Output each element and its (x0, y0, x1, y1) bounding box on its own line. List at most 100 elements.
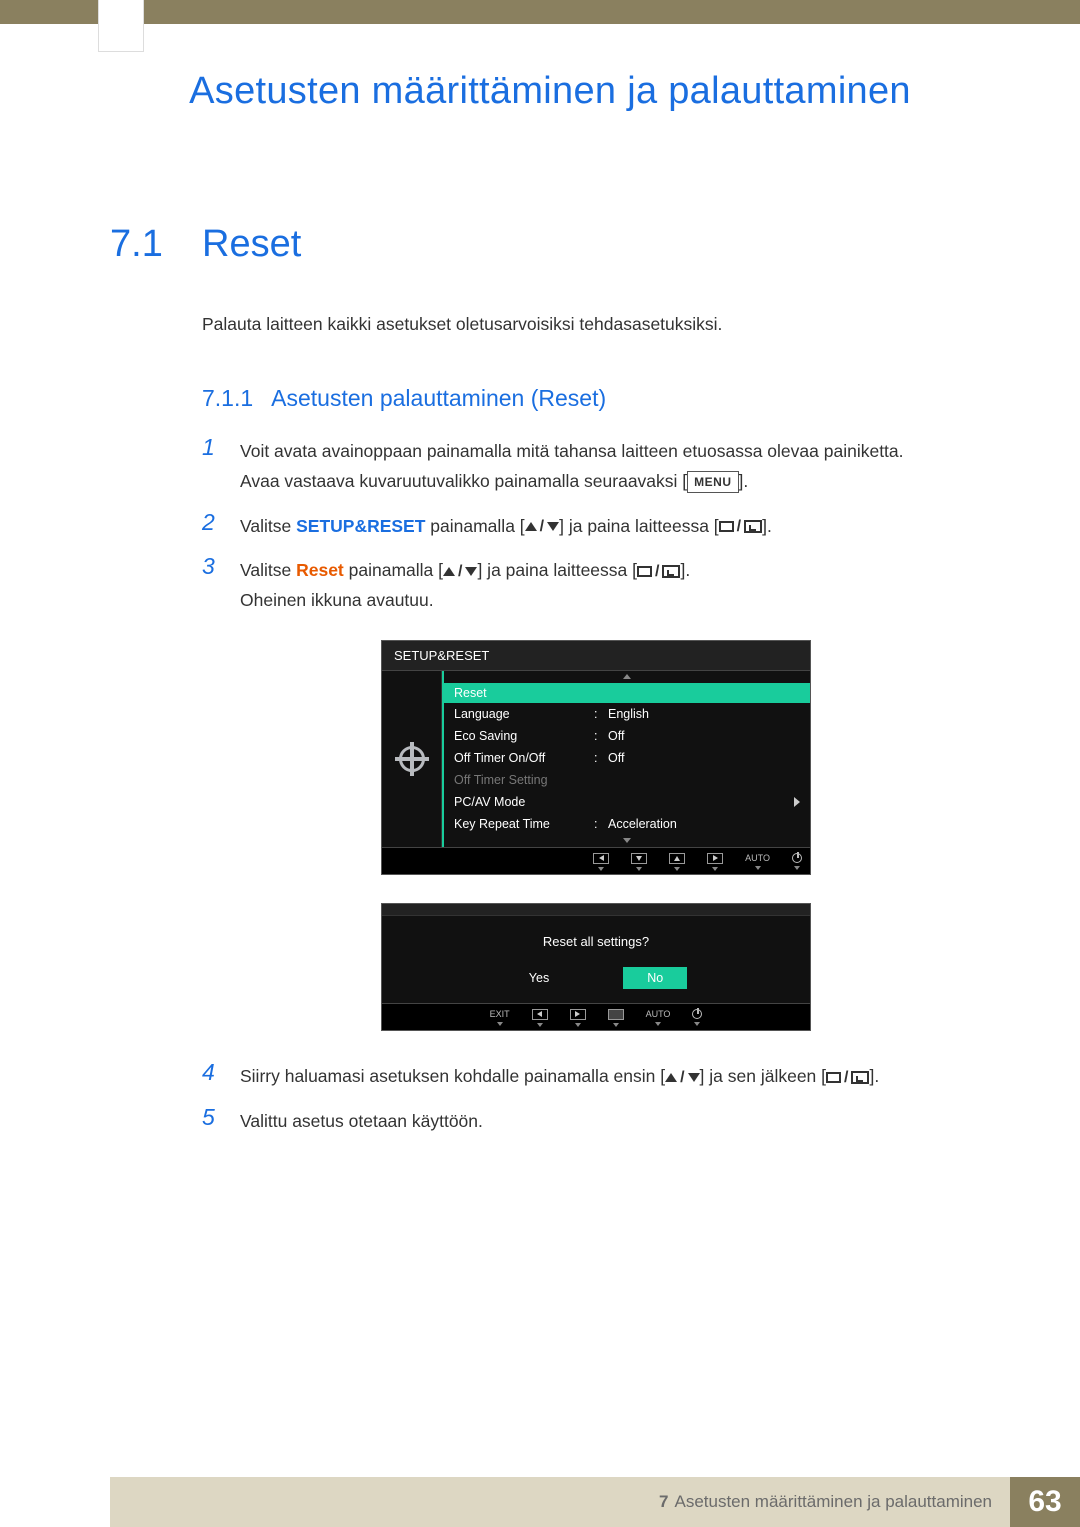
up-icon (669, 853, 685, 864)
osd-footer-exit: EXIT (490, 1009, 510, 1026)
step-2-mid2: ] ja paina laitteessa [ (559, 516, 719, 536)
osd-confirm-buttons: Yes No (382, 967, 810, 989)
osd-row-keyrepeat: Key Repeat Time : Acceleration (444, 813, 810, 835)
step-number: 4 (202, 1059, 222, 1087)
step-2: 2 Valitse SETUP&RESET painamalla [/] ja … (202, 509, 990, 542)
auto-label: AUTO (646, 1009, 671, 1019)
osd-figures: SETUP&RESET Reset Language : English (202, 640, 990, 1031)
no-button: No (623, 967, 687, 989)
step-3-extra: Oheinen ikkuna avautuu. (240, 590, 434, 610)
triangle-up-icon (525, 522, 537, 531)
osd-row-label: Eco Saving (454, 729, 594, 743)
left-icon (593, 853, 609, 864)
osd-row-value: Off (608, 729, 800, 743)
osd-row-value: English (608, 707, 800, 721)
exit-label: EXIT (490, 1009, 510, 1019)
osd-confirm-footer: EXIT AUTO (382, 1003, 810, 1030)
reset-keyword: Reset (296, 560, 344, 580)
step-body: Siirry haluamasi asetuksen kohdalle pain… (240, 1059, 879, 1092)
osd-footer-auto: AUTO (745, 853, 770, 870)
subsection-number: 7.1.1 (202, 385, 253, 412)
footer-chapter-num: 7 (659, 1492, 668, 1512)
osd-footer-power (792, 853, 802, 870)
osd-row-label: Off Timer On/Off (454, 751, 594, 765)
osd-footer-left (532, 1009, 548, 1027)
chevron-right-icon (794, 797, 800, 807)
rect-enter-icon: / (826, 1064, 869, 1091)
section-number: 7.1 (110, 223, 202, 266)
gear-icon (399, 746, 425, 772)
osd-row-eco: Eco Saving : Off (444, 725, 810, 747)
right-icon (570, 1009, 586, 1020)
enter-icon (662, 565, 680, 578)
step-4-mid: ] ja sen jälkeen [ (700, 1066, 826, 1086)
step-3-post: ]. (680, 560, 690, 580)
subsection-title: Asetusten palauttaminen (Reset) (271, 385, 606, 412)
yes-button: Yes (505, 967, 573, 989)
osd-row-language: Language : English (444, 703, 810, 725)
step-4-post: ]. (869, 1066, 879, 1086)
step-list: 1 Voit avata avainoppaan painamalla mitä… (202, 434, 990, 616)
osd-menu: SETUP&RESET Reset Language : English (381, 640, 811, 875)
osd-row-label: PC/AV Mode (454, 795, 594, 809)
step-1-text-b-pre: Avaa vastaava kuvaruutuvalikko painamall… (240, 471, 687, 491)
osd-row-pcav: PC/AV Mode (444, 791, 810, 813)
osd-body: Reset Language : English Eco Saving : Of… (382, 671, 810, 847)
power-icon (692, 1009, 702, 1019)
osd-row-offtimer-setting: Off Timer Setting (444, 769, 810, 791)
up-down-icon: / (525, 513, 559, 540)
osd-confirm-question: Reset all settings? (382, 934, 810, 949)
osd-confirm-top (382, 904, 810, 916)
step-1: 1 Voit avata avainoppaan painamalla mitä… (202, 434, 990, 497)
power-icon (792, 853, 802, 863)
rect-enter-icon: / (637, 558, 680, 585)
setup-keyword: SETUP&RESET (296, 516, 425, 536)
enter-icon (744, 520, 762, 533)
rect-icon (637, 566, 652, 577)
top-khaki-bar (0, 0, 1080, 24)
step-body: Valitse SETUP&RESET painamalla [/] ja pa… (240, 509, 772, 542)
up-down-icon: / (665, 1064, 699, 1091)
osd-row-label: Language (454, 707, 594, 721)
step-number: 2 (202, 509, 222, 537)
right-icon (707, 853, 723, 864)
chapter-header: Asetusten määrittäminen ja palauttaminen (110, 70, 990, 113)
osd-footer-left (593, 853, 609, 871)
osd-title: SETUP&RESET (382, 641, 810, 671)
enter-icon (608, 1009, 624, 1020)
triangle-down-icon (547, 522, 559, 531)
osd-row-label: Off Timer Setting (454, 773, 594, 787)
step-4-pre: Siirry haluamasi asetuksen kohdalle pain… (240, 1066, 665, 1086)
triangle-up-icon (665, 1073, 677, 1082)
osd-footer-down (631, 853, 647, 871)
enter-icon (851, 1071, 869, 1084)
osd-footer-right (570, 1009, 586, 1027)
step-body: Voit avata avainoppaan painamalla mitä t… (240, 434, 904, 497)
osd-footer-power (692, 1009, 702, 1026)
triangle-down-icon (465, 567, 477, 576)
section-intro: Palauta laitteen kaikki asetukset oletus… (202, 314, 990, 335)
osd-footer: AUTO (382, 847, 810, 874)
osd-row-reset: Reset (444, 683, 810, 703)
auto-label: AUTO (745, 853, 770, 863)
step-5: 5 Valittu asetus otetaan käyttöön. (202, 1104, 990, 1137)
footer-page-number: 63 (1010, 1477, 1080, 1527)
osd-footer-right (707, 853, 723, 871)
osd-confirm-body: Reset all settings? Yes No (382, 916, 810, 1003)
section-title: Reset (202, 223, 301, 266)
osd-row-value: Off (608, 751, 800, 765)
chapter-tab (98, 0, 144, 52)
osd-confirm-dialog: Reset all settings? Yes No EXIT AUTO (381, 903, 811, 1031)
rect-icon (719, 521, 734, 532)
left-icon (532, 1009, 548, 1020)
subsection-heading: 7.1.1 Asetusten palauttaminen (Reset) (202, 385, 990, 412)
step-number: 1 (202, 434, 222, 462)
step-3: 3 Valitse Reset painamalla [/] ja paina … (202, 553, 990, 616)
step-2-mid1: painamalla [ (425, 516, 524, 536)
step-4: 4 Siirry haluamasi asetuksen kohdalle pa… (202, 1059, 990, 1092)
osd-footer-up (669, 853, 685, 871)
menu-button-label: MENU (687, 471, 738, 493)
osd-row-value: Acceleration (608, 817, 800, 831)
step-body: Valittu asetus otetaan käyttöön. (240, 1104, 483, 1137)
osd-scroll-down-icon (444, 835, 810, 847)
